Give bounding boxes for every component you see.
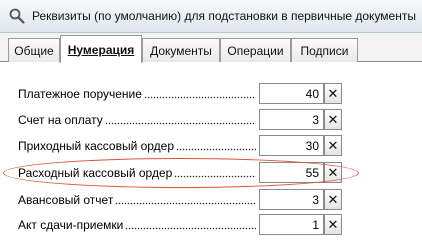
- numbering-row-cash-expense: Расходный кассовый ордер ✕: [0, 162, 422, 184]
- tab-numbering[interactable]: Нумерация: [60, 35, 142, 63]
- number-input[interactable]: [259, 214, 324, 235]
- row-label: Авансовый отчет: [18, 193, 114, 207]
- clear-button[interactable]: ✕: [324, 109, 342, 130]
- numbering-row-payment-order: Платежное поручение ✕: [0, 83, 422, 105]
- dot-leader: [115, 194, 256, 206]
- row-label: Счет на оплату: [18, 113, 103, 127]
- number-input[interactable]: [259, 135, 324, 156]
- clear-button[interactable]: ✕: [324, 135, 342, 156]
- tab-general[interactable]: Общие: [8, 38, 60, 62]
- window-title: Реквизиты (по умолчанию) для подстановки…: [32, 9, 416, 23]
- numbering-panel: Платежное поручение ✕ Счет на оплату ✕ П…: [0, 62, 422, 240]
- search-icon: [8, 7, 26, 25]
- dot-leader: [125, 219, 256, 231]
- number-input[interactable]: [259, 83, 324, 104]
- number-input[interactable]: [259, 162, 324, 183]
- dot-leader: [104, 114, 256, 126]
- clear-button[interactable]: ✕: [324, 189, 342, 210]
- dot-leader: [143, 88, 256, 100]
- clear-button[interactable]: ✕: [324, 214, 342, 235]
- number-input[interactable]: [259, 109, 324, 130]
- numbering-row-cash-receipt: Приходный кассовый ордер ✕: [0, 135, 422, 157]
- numbering-row-acceptance-act: Акт сдачи-приемки ✕: [0, 214, 422, 236]
- tab-signatures[interactable]: Подписи: [291, 38, 358, 62]
- dot-leader: [174, 167, 256, 179]
- numbering-row-invoice: Счет на оплату ✕: [0, 109, 422, 131]
- tab-documents[interactable]: Документы: [142, 38, 220, 62]
- row-label: Приходный кассовый ордер: [18, 139, 175, 153]
- row-label: Расходный кассовый ордер: [18, 166, 173, 180]
- row-label: Акт сдачи-приемки: [18, 218, 124, 232]
- number-input[interactable]: [259, 189, 324, 210]
- tab-operations[interactable]: Операции: [220, 38, 291, 62]
- title-bar: Реквизиты (по умолчанию) для подстановки…: [0, 0, 422, 33]
- numbering-row-advance-report: Авансовый отчет ✕: [0, 189, 422, 211]
- clear-button[interactable]: ✕: [324, 83, 342, 104]
- row-label: Платежное поручение: [18, 87, 142, 101]
- tab-bar: Общие Нумерация Документы Операции Подпи…: [0, 33, 422, 63]
- clear-button[interactable]: ✕: [324, 162, 342, 183]
- dot-leader: [176, 140, 256, 152]
